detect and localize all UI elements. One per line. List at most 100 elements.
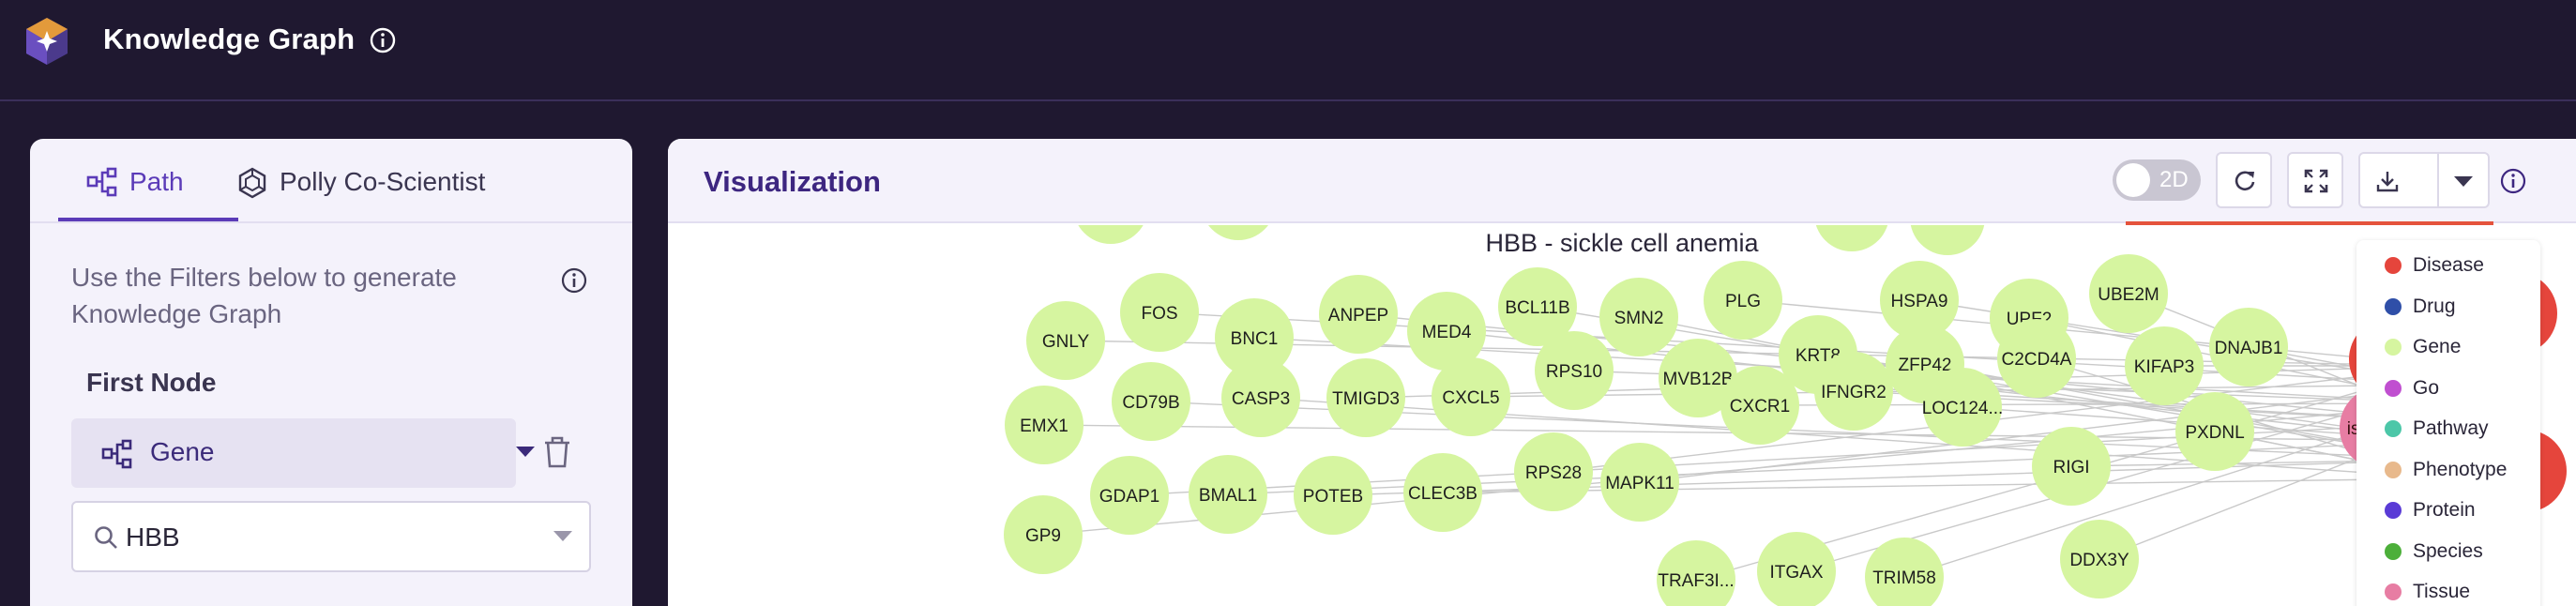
path-icon bbox=[86, 167, 117, 197]
graph-node-partial[interactable] bbox=[1814, 225, 1889, 251]
graph-node-partial[interactable] bbox=[1910, 225, 1985, 255]
graph-node-label: HSPA9 bbox=[1891, 292, 1948, 311]
graph-node[interactable]: DNAJB1 bbox=[2209, 308, 2288, 386]
graph-node-label: RPS28 bbox=[1525, 463, 1582, 483]
legend-label: Gene bbox=[2413, 336, 2462, 357]
legend-item-gene[interactable]: Gene bbox=[2385, 333, 2461, 361]
filter-panel: Path Polly Co-Scientist Use the Filters … bbox=[30, 139, 632, 606]
graph-node[interactable]: PLG bbox=[1704, 261, 1782, 340]
graph-node-label: TRAF3I... bbox=[1658, 571, 1734, 591]
legend-item-drug[interactable]: Drug bbox=[2385, 293, 2456, 321]
visualization-title: Visualization bbox=[704, 165, 881, 198]
refresh-icon bbox=[2235, 171, 2255, 191]
graph-node-partial[interactable] bbox=[1073, 225, 1148, 244]
graph-node-label: ZFP42 bbox=[1898, 356, 1951, 375]
legend-item-go[interactable]: Go bbox=[2385, 374, 2439, 402]
graph-node-label: TRIM58 bbox=[1872, 568, 1936, 588]
graph-node[interactable]: KIFAP3 bbox=[2125, 326, 2204, 405]
graph-node[interactable]: C2CD4A bbox=[1997, 319, 2076, 398]
legend-dot bbox=[2385, 379, 2402, 397]
legend-item-disease[interactable]: Disease bbox=[2385, 251, 2484, 280]
graph-node-label: ITGAX bbox=[1769, 563, 1823, 583]
legend-dot bbox=[2385, 257, 2402, 274]
node-search-field[interactable] bbox=[71, 501, 591, 572]
graph-node[interactable]: UBE2M bbox=[2089, 254, 2168, 333]
graph-node[interactable]: ANPEP bbox=[1319, 275, 1398, 354]
graph-node-label: FOS bbox=[1141, 304, 1177, 324]
graph-node[interactable]: DDX3Y bbox=[2060, 520, 2139, 598]
graph-node[interactable]: FOS bbox=[1120, 273, 1199, 352]
graph-node[interactable]: TRAF3I... bbox=[1657, 540, 1735, 606]
caret-down-icon[interactable] bbox=[553, 531, 572, 542]
top-bar: Knowledge Graph bbox=[0, 0, 2576, 101]
expand-icon bbox=[2304, 169, 2328, 193]
2d-toggle[interactable]: 2D bbox=[2113, 159, 2201, 201]
refresh-button[interactable] bbox=[2216, 152, 2272, 208]
graph-node[interactable]: CLEC3B bbox=[1403, 453, 1482, 532]
graph-node[interactable]: GP9 bbox=[1004, 495, 1083, 574]
graph-node[interactable]: CASP3 bbox=[1221, 358, 1300, 437]
graph-node[interactable]: BMAL1 bbox=[1189, 455, 1267, 534]
download-button[interactable] bbox=[2358, 152, 2490, 208]
graph-node-label: PLG bbox=[1725, 292, 1761, 311]
graph-node[interactable]: SMN2 bbox=[1599, 278, 1678, 356]
node-type-dropdown[interactable]: Gene bbox=[71, 418, 535, 488]
fullscreen-button[interactable] bbox=[2287, 152, 2343, 208]
graph-node[interactable]: GNLY bbox=[1026, 301, 1105, 380]
info-icon[interactable] bbox=[369, 26, 397, 54]
graph-node-label: MAPK11 bbox=[1605, 474, 1674, 493]
graph-node[interactable]: TMIGD3 bbox=[1326, 358, 1405, 437]
graph-node-label: CD79B bbox=[1122, 393, 1179, 413]
graph-node-partial[interactable] bbox=[1201, 225, 1276, 240]
graph-node-label: POTEB bbox=[1303, 487, 1363, 507]
info-icon[interactable] bbox=[2499, 167, 2527, 195]
legend-dot bbox=[2385, 542, 2402, 560]
graph-node[interactable]: RPS10 bbox=[1535, 331, 1614, 410]
graph-legend: Disease Drug Gene Go Pathway Phenotype Protein… bbox=[2356, 240, 2540, 606]
legend-item-pathway[interactable]: Pathway bbox=[2385, 415, 2489, 443]
tab-path[interactable]: Path bbox=[86, 167, 184, 220]
legend-item-tissue[interactable]: Tissue bbox=[2385, 578, 2470, 606]
graph-node-label: TMIGD3 bbox=[1332, 389, 1400, 409]
graph-node-label: KIFAP3 bbox=[2134, 357, 2194, 377]
legend-item-phenotype[interactable]: Phenotype bbox=[2385, 456, 2507, 484]
graph-node[interactable]: POTEB bbox=[1294, 456, 1372, 535]
graph-node[interactable]: CD79B bbox=[1112, 362, 1190, 441]
legend-item-species[interactable]: Species bbox=[2385, 538, 2483, 566]
legend-label: Pathway bbox=[2413, 417, 2489, 439]
graph-node-label: CXCR1 bbox=[1730, 397, 1790, 417]
tab-polly-co-scientist[interactable]: Polly Co-Scientist bbox=[236, 167, 485, 220]
page-title: Knowledge Graph bbox=[103, 23, 356, 55]
graph-node-label: GP9 bbox=[1025, 526, 1061, 546]
graph-node[interactable]: IFNGR2 bbox=[1814, 352, 1893, 431]
graph-node-label: MVB12B bbox=[1663, 370, 1734, 389]
graph-node[interactable]: RPS28 bbox=[1514, 432, 1593, 511]
graph-node-label: BCL11B bbox=[1505, 298, 1569, 318]
first-node-label: First Node bbox=[86, 368, 217, 397]
graph-node[interactable]: CXCR1 bbox=[1720, 366, 1799, 445]
node-search-input[interactable] bbox=[126, 518, 520, 557]
graph-node[interactable]: GDAP1 bbox=[1090, 456, 1169, 535]
toggle-label: 2D bbox=[2159, 167, 2189, 192]
knowledge-graph-canvas[interactable]: GNLYFOSBNC1ANPEPMED4BCL11BSMN2PLG HSPA9UP… bbox=[668, 225, 2576, 606]
trash-icon[interactable] bbox=[542, 435, 572, 469]
graph-node-label: RIGI bbox=[2053, 458, 2089, 477]
graph-node-label: CLEC3B bbox=[1408, 484, 1477, 504]
caret-down-icon[interactable] bbox=[2454, 176, 2473, 188]
graph-node[interactable]: PXDNL bbox=[2175, 392, 2254, 471]
caret-down-icon bbox=[516, 447, 535, 457]
graph-node[interactable]: EMX1 bbox=[1005, 386, 1083, 464]
graph-node-label: BMAL1 bbox=[1199, 486, 1257, 506]
graph-node-label: GDAP1 bbox=[1099, 487, 1159, 507]
tab-polly-co-scientist-label: Polly Co-Scientist bbox=[280, 167, 486, 196]
legend-dot bbox=[2385, 297, 2402, 315]
graph-node[interactable]: CXCL5 bbox=[1432, 357, 1510, 436]
graph-node-label: ANPEP bbox=[1328, 306, 1388, 326]
legend-label: Drug bbox=[2413, 295, 2456, 317]
info-icon[interactable] bbox=[560, 266, 588, 295]
legend-item-protein[interactable]: Protein bbox=[2385, 496, 2476, 524]
search-icon bbox=[95, 526, 117, 549]
graph-node-label: LOC124... bbox=[1922, 399, 2004, 418]
graph-node[interactable]: RIGI bbox=[2032, 427, 2111, 506]
graph-node[interactable]: MAPK11 bbox=[1600, 443, 1679, 522]
